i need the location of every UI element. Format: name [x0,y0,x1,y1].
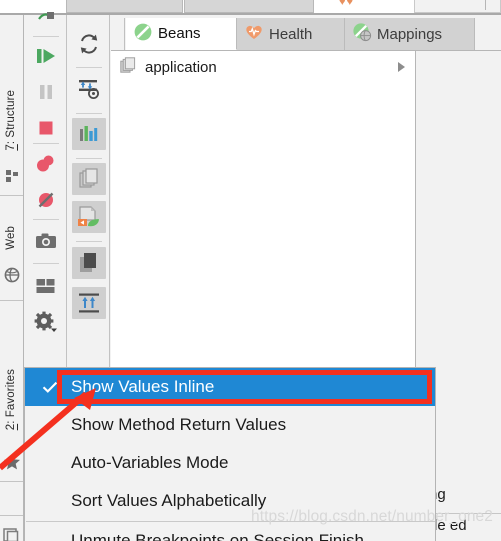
expand-arrows-icon[interactable] [72,287,106,319]
menu-item-label: Show Values Inline [71,377,215,396]
menu-item-show-values-inline[interactable]: Show Values Inline [25,368,435,406]
tab-strip-trailing-gap [475,18,501,50]
beans-tree[interactable]: application [111,51,416,367]
endpoints-icon[interactable] [72,73,106,105]
menu-item-label: Auto-Variables Mode [71,453,229,472]
top-toolbar-field[interactable] [414,0,501,13]
debug-button-partial[interactable] [25,2,66,32]
menu-item-sort-values-alphabetically[interactable]: Sort Values Alphabetically [25,482,435,520]
mute-breakpoints-button[interactable] [25,185,66,215]
web-globe-icon [0,261,23,289]
tab-mappings-label: Mappings [377,25,443,43]
structure-icon [0,163,23,189]
tab-mappings[interactable]: Mappings [345,18,475,50]
tree-row[interactable]: application [111,53,415,81]
view-breakpoints-button[interactable] [25,149,66,179]
beans-content-area: application [111,51,501,367]
tab-health-label: Health [269,25,313,43]
sidebar-item-structure-label: 7: Structure [5,89,17,151]
sidebar-item-favorites[interactable]: 2: Favorites [0,355,23,445]
top-toolbar-button-2[interactable] [184,0,314,13]
ide-debug-window: ♥♥ 7: Structure Web 2: Favorites Beans H… [0,0,501,541]
tab-health[interactable]: Health [237,18,345,50]
menu-item-label: Sort Values Alphabetically [71,491,267,510]
tab-beans[interactable]: Beans [126,18,237,50]
sidebar-item-structure[interactable]: 7: Structure [0,77,23,163]
top-toolbar-strip: ♥♥ [0,0,501,15]
refresh-icon[interactable] [72,28,106,60]
star-icon [0,447,23,477]
bar-chart-icon[interactable] [72,118,106,150]
layout-settings-button[interactable] [25,271,66,301]
module-stack-icon [120,56,137,78]
tab-strip-leading-gap [111,18,125,50]
tab-beans-label: Beans [158,25,201,42]
menu-item-label: Unmute Breakpoints on Session Finish [71,531,364,541]
menu-item-show-method-return-values[interactable]: Show Method Return Values [25,406,435,444]
leaf-file-icon[interactable] [72,201,106,233]
top-toolbar-button-1[interactable] [66,0,183,13]
documents-icon[interactable] [72,163,106,195]
sidebar-item-favorites-label: 2: Favorites [5,369,17,431]
heart-pulse-icon [244,22,264,46]
checkmark-icon [41,378,59,396]
copy-icon[interactable] [72,247,106,279]
menu-item-unmute-breakpoints-on-session-finish[interactable]: Unmute Breakpoints on Session Finish [25,522,435,541]
chevron-right-icon[interactable] [398,62,405,72]
sidebar-item-web-label: Web [5,226,17,250]
stop-button[interactable] [25,113,66,143]
left-tool-window-bar: 7: Structure Web 2: Favorites [0,15,24,541]
camera-icon[interactable] [25,226,66,256]
heart-pulse-icon-partial: ♥♥ [339,0,355,8]
sidebar-item-web[interactable]: Web [0,215,23,261]
window-icon [0,518,23,541]
menu-item-auto-variables-mode[interactable]: Auto-Variables Mode [25,444,435,482]
beans-tab-strip: Beans Health Mappings [111,18,501,51]
menu-item-label: Show Method Return Values [71,415,287,434]
pause-program-button [25,77,66,107]
leaf-globe-icon [352,22,372,46]
leaf-green-icon [133,22,153,46]
debugger-settings-context-menu: Show Values Inline Show Method Return Va… [24,367,436,541]
resume-program-button[interactable] [25,41,66,71]
tree-row-label: application [145,58,217,76]
gear-dropdown-icon[interactable] [25,307,66,337]
